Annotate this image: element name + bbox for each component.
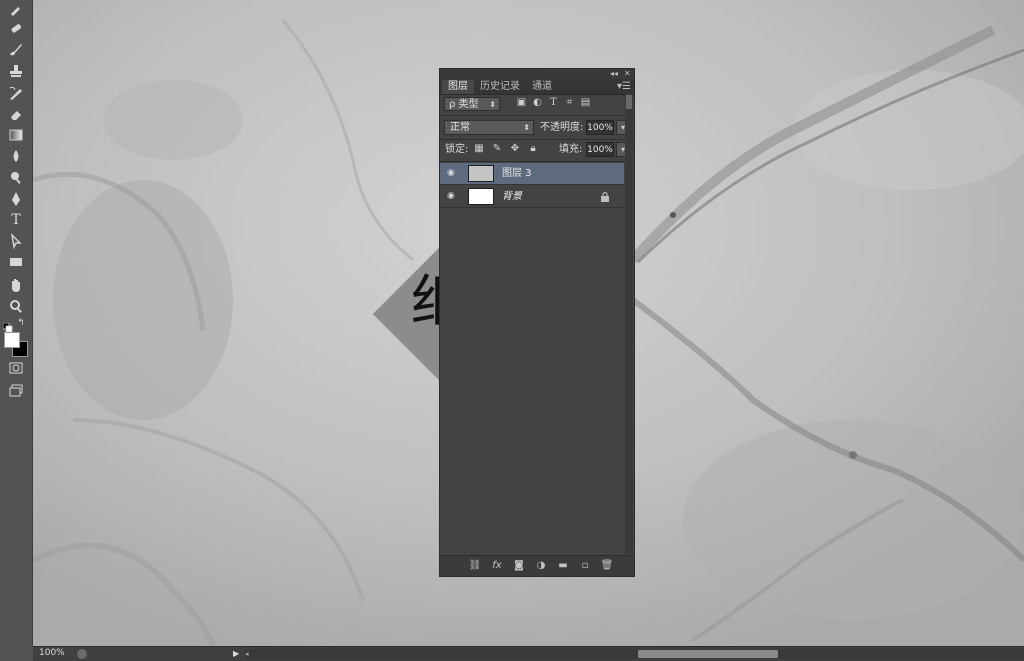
trash-icon[interactable]: 🗑︎ bbox=[600, 559, 614, 573]
pen-icon[interactable] bbox=[6, 190, 26, 208]
layer-row-layer3[interactable]: ◉ 图层 3 bbox=[440, 163, 624, 185]
layer-thumbnail bbox=[468, 165, 494, 182]
lock-options: ▦ ✎ ✥ 🔒︎ bbox=[474, 143, 538, 155]
panel-menu-icon[interactable]: ▾☰ bbox=[617, 80, 634, 94]
filter-icons: ▣ ◐ T ⌗ ▤ bbox=[516, 96, 591, 110]
lock-all-icon[interactable]: 🔒︎ bbox=[528, 143, 538, 155]
shape-filter-icon[interactable]: ⌗ bbox=[564, 96, 575, 110]
default-colors-icon[interactable] bbox=[2, 318, 13, 333]
fill-field[interactable]: 100% bbox=[586, 142, 614, 157]
tools-panel: T ↰ bbox=[0, 0, 33, 646]
eraser-icon[interactable] bbox=[6, 105, 26, 123]
gradient-icon[interactable] bbox=[6, 126, 26, 144]
swap-colors-icon[interactable]: ↰ bbox=[16, 314, 26, 332]
brush-icon[interactable] bbox=[6, 0, 26, 18]
divider bbox=[440, 161, 625, 162]
layer-name: 图层 3 bbox=[502, 168, 532, 179]
filter-label: ρ 类型 bbox=[449, 99, 479, 110]
link-icon[interactable]: ⛓ bbox=[468, 559, 482, 573]
opacity-label: 不透明度: bbox=[540, 122, 584, 133]
scroll-thumb[interactable] bbox=[626, 95, 632, 109]
layer-row-background[interactable]: ◉ 背景 bbox=[440, 186, 624, 208]
panel-titlebar: ◂◂ ✕ bbox=[440, 69, 634, 79]
smart-object-filter-icon[interactable]: ▤ bbox=[580, 96, 591, 110]
screen-mode-icon[interactable] bbox=[6, 381, 26, 399]
fx-icon[interactable]: fx bbox=[490, 559, 504, 573]
opacity-field[interactable]: 100% bbox=[586, 120, 614, 135]
horizontal-scrollbar[interactable]: ◂ bbox=[245, 649, 1024, 659]
zoom-level[interactable]: 100% bbox=[39, 647, 65, 660]
document-info-icon[interactable] bbox=[77, 649, 87, 659]
blend-mode-dropdown[interactable]: 正常 ⬍ bbox=[444, 120, 534, 135]
adjustment-layer-icon[interactable]: ◑ bbox=[534, 559, 548, 573]
panel-footer: ⛓ fx ◙ ◑ ▬ ▫ 🗑︎ bbox=[440, 555, 634, 576]
image-filter-icon[interactable]: ▣ bbox=[516, 96, 527, 110]
type-icon[interactable]: T bbox=[6, 211, 26, 229]
horizontal-scroll-thumb[interactable] bbox=[638, 650, 778, 658]
new-layer-icon[interactable]: ▫ bbox=[578, 559, 592, 573]
mask-icon[interactable]: ◙ bbox=[512, 559, 526, 573]
adjustment-filter-icon[interactable]: ◐ bbox=[532, 96, 543, 110]
layer-name: 背景 bbox=[502, 191, 522, 202]
panel-tabs: 图层 历史记录 通道 ▾☰ bbox=[440, 79, 634, 95]
lock-transparent-icon[interactable]: ▦ bbox=[474, 143, 484, 155]
layer-thumbnail bbox=[468, 188, 494, 205]
lock-icon bbox=[601, 191, 609, 202]
tab-layers[interactable]: 图层 bbox=[442, 80, 474, 94]
layers-panel: ◂◂ ✕ 图层 历史记录 通道 ▾☰ ρ 类型 ⬍ ▣ ◐ T ⌗ ▤ 正常 ⬍… bbox=[439, 68, 635, 577]
collapse-icon[interactable]: ◂◂ bbox=[610, 69, 618, 79]
status-bar: 100% ▶ ◂ bbox=[33, 646, 1024, 661]
history-brush-icon[interactable] bbox=[6, 84, 26, 102]
fill-label: 填充: bbox=[559, 144, 583, 155]
blur-icon[interactable] bbox=[6, 147, 26, 165]
lock-position-icon[interactable]: ✥ bbox=[510, 143, 520, 155]
foreground-color-swatch[interactable] bbox=[4, 332, 20, 348]
layers-scrollbar[interactable] bbox=[625, 94, 633, 554]
hand-icon[interactable] bbox=[6, 276, 26, 294]
lock-label: 锁定: bbox=[445, 144, 469, 155]
rectangle-icon[interactable] bbox=[6, 253, 26, 271]
dodge-icon[interactable] bbox=[6, 168, 26, 186]
blend-mode-value: 正常 bbox=[450, 122, 470, 133]
type-filter-icon[interactable]: T bbox=[548, 96, 559, 110]
folder-icon[interactable]: ▬ bbox=[556, 559, 570, 573]
close-icon[interactable]: ✕ bbox=[624, 69, 631, 79]
quick-mask-icon[interactable] bbox=[6, 359, 26, 377]
healing-icon[interactable] bbox=[6, 19, 26, 37]
lock-pixels-icon[interactable]: ✎ bbox=[492, 143, 502, 155]
tab-channels[interactable]: 通道 bbox=[526, 80, 558, 94]
visibility-eye-icon[interactable]: ◉ bbox=[447, 168, 459, 180]
stamp-icon[interactable] bbox=[6, 62, 26, 80]
status-menu-arrow-icon[interactable]: ▶ bbox=[233, 647, 239, 660]
footer-icons: ⛓ fx ◙ ◑ ▬ ▫ 🗑︎ bbox=[468, 559, 614, 573]
visibility-eye-icon[interactable]: ◉ bbox=[447, 191, 459, 203]
updown-icon: ⬍ bbox=[489, 100, 496, 109]
divider bbox=[440, 139, 625, 140]
brush-icon[interactable] bbox=[6, 40, 26, 58]
tab-history[interactable]: 历史记录 bbox=[474, 80, 526, 94]
updown-icon: ⬍ bbox=[523, 123, 530, 132]
layer-filter-dropdown[interactable]: ρ 类型 ⬍ bbox=[444, 97, 500, 111]
divider bbox=[440, 115, 625, 116]
scroll-left-arrow-icon[interactable]: ◂ bbox=[245, 649, 249, 659]
zoom-icon[interactable] bbox=[6, 297, 26, 315]
path-select-icon[interactable] bbox=[6, 232, 26, 250]
